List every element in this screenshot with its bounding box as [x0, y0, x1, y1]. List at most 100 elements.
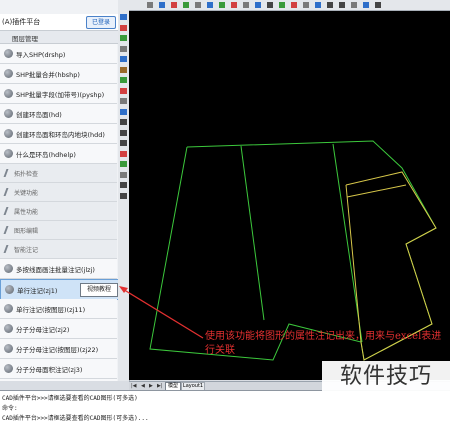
watermark: 软件技巧 [322, 361, 450, 393]
tool-icon [4, 304, 13, 313]
tool-item[interactable]: 什么是环岛(hdhelp) [0, 144, 117, 164]
toolbar-icon[interactable] [195, 2, 201, 8]
group-header[interactable]: 属性功能 [0, 202, 117, 221]
tool-item-label: 导入SHP(drshp) [16, 51, 66, 59]
draw-tool-icon[interactable] [120, 14, 127, 20]
toolbar-icon[interactable] [219, 2, 225, 8]
tool-item-label: 创建环岛面(hd) [16, 111, 62, 119]
toolbar-icon[interactable] [363, 2, 369, 8]
draw-tool-icon[interactable] [120, 45, 127, 52]
tool-item[interactable]: 单行注记(按图层)(zj11) [0, 299, 117, 319]
parcel-yellow-split[interactable] [346, 184, 407, 198]
tool-icon [4, 69, 13, 78]
command-line[interactable]: CAD插件平台>>>请框选要查看的CAD图形(可多选) 命令: CAD插件平台>… [0, 390, 450, 424]
panel-header: (A)插件平台 已登录 [0, 14, 118, 31]
toolbar-icon[interactable] [315, 2, 321, 8]
tab-nav-prev-icon[interactable]: ◀ [141, 383, 145, 389]
top-toolbar [129, 0, 450, 11]
command-line-1: CAD插件平台>>>请框选要查看的CAD图形(可多选) [2, 395, 138, 402]
draw-tool-icon[interactable] [120, 192, 127, 199]
toolbar-icon[interactable] [183, 2, 189, 8]
tool-icon [4, 344, 13, 353]
tool-item-label: SHP批量字段(加带号)(pyshp) [16, 91, 105, 99]
tool-item[interactable]: 创建环岛面和环岛内地块(hdd) [0, 124, 117, 144]
panel-title: (A)插件平台 [2, 18, 41, 26]
toolbar-icon[interactable] [327, 2, 333, 8]
video-tutorial-button[interactable]: 视频教程 [80, 283, 118, 297]
tool-icon [4, 324, 13, 333]
draw-tool-icon[interactable] [120, 87, 127, 94]
toolbar-icon[interactable] [291, 2, 297, 8]
tab-nav-first-icon[interactable]: |◀ [131, 383, 137, 389]
tool-item[interactable]: 单行注记(zj1) 视频教程 [0, 279, 118, 300]
tool-item-label: 分子分母面积注记(zj3) [16, 366, 83, 374]
pencil-icon [3, 169, 15, 177]
parcel-divider-1[interactable] [240, 145, 265, 321]
toolbar-icon[interactable] [147, 2, 153, 8]
toolbar-icon[interactable] [207, 2, 213, 8]
toolbar-icon[interactable] [231, 2, 237, 8]
toolbar-icon[interactable] [159, 2, 165, 8]
draw-tool-icon[interactable] [120, 35, 127, 41]
tool-item[interactable]: 导入SHP(drshp) [0, 44, 117, 64]
tool-item[interactable]: 创建环岛面(hd) [0, 104, 117, 124]
group-header[interactable]: 智能注记 [0, 240, 117, 259]
toolbar-icon[interactable] [243, 2, 249, 8]
tool-icon [4, 129, 13, 138]
group-header[interactable]: 关键功能 [0, 183, 117, 202]
tool-item[interactable]: 分子分母注记(按图层)(zj22) [0, 339, 117, 359]
draw-tool-icon[interactable] [120, 150, 127, 157]
tool-item-label: 智能注记 [14, 247, 39, 254]
group-header[interactable]: 拓扑检查 [0, 164, 117, 183]
tool-icon [4, 149, 13, 158]
tool-icon [4, 89, 13, 98]
toolbar-icon[interactable] [279, 2, 285, 8]
drawing-canvas[interactable] [129, 11, 450, 380]
draw-tool-icon[interactable] [120, 77, 127, 83]
group-header[interactable]: 图形编辑 [0, 221, 117, 240]
login-status-button[interactable]: 已登录 [86, 16, 116, 29]
draw-tool-icon[interactable] [120, 161, 127, 167]
tool-item-label: 关键功能 [14, 190, 39, 197]
tool-item-label: 什么是环岛(hdhelp) [16, 151, 76, 159]
tool-item-label: SHP批量合并(hbshp) [16, 71, 80, 79]
toolbar-icon[interactable] [339, 2, 345, 8]
tool-item[interactable]: 分子分母面积注记(按图层)(zj33) [0, 379, 117, 381]
tool-item[interactable]: SHP批量合并(hbshp) [0, 64, 117, 84]
draw-tool-icon[interactable] [120, 56, 127, 62]
draw-tool-icon[interactable] [120, 129, 127, 136]
toolbar-icon[interactable] [375, 2, 381, 8]
tool-item[interactable]: 多按线面画注批量注记(jlzj) [0, 259, 117, 279]
toolbar-icon[interactable] [303, 2, 309, 8]
draw-tool-icon[interactable] [120, 140, 127, 146]
tool-icon [4, 264, 13, 273]
tool-item[interactable]: 分子分母注记(zj2) [0, 319, 117, 339]
tool-item[interactable]: 分子分母面积注记(zj3) [0, 359, 117, 379]
toolbar-icon[interactable] [267, 2, 273, 8]
draw-tool-icon[interactable] [120, 119, 127, 125]
draw-tool-icon[interactable] [120, 171, 127, 178]
toolbar-icon[interactable] [171, 2, 177, 8]
command-line-3: CAD插件平台>>>请框选要查看的CAD图形(可多选)... [2, 415, 149, 422]
tool-item-label: 创建环岛面和环岛内地块(hdd) [16, 131, 105, 139]
tool-icon [4, 49, 13, 58]
tool-item-label: 分子分母注记(按图层)(zj22) [16, 346, 99, 354]
draw-tool-icon[interactable] [120, 108, 127, 115]
toolbar-icon[interactable] [255, 2, 261, 8]
tool-item-label: 多按线面画注批量注记(jlzj) [16, 266, 95, 274]
tool-item[interactable]: SHP批量字段(加带号)(pyshp) [0, 84, 117, 104]
draw-tool-icon[interactable] [120, 98, 127, 104]
tool-icon [5, 285, 14, 294]
parcel-divider-2[interactable] [332, 143, 363, 343]
group-header-layer-management[interactable]: 图层管理 [0, 31, 118, 44]
tab-nav-last-icon[interactable]: ▶| [157, 383, 163, 389]
pencil-icon [3, 207, 15, 215]
draw-tool-icon[interactable] [120, 24, 127, 31]
tab-nav-next-icon[interactable]: ▶ [149, 383, 153, 389]
draw-tool-icon[interactable] [120, 182, 127, 188]
draw-tool-icon[interactable] [120, 66, 127, 73]
command-line-2: 命令: [2, 405, 18, 412]
tool-item-label: 单行注记(zj1) [17, 287, 58, 295]
tool-item-label: 属性功能 [14, 209, 39, 216]
toolbar-icon[interactable] [351, 2, 357, 8]
